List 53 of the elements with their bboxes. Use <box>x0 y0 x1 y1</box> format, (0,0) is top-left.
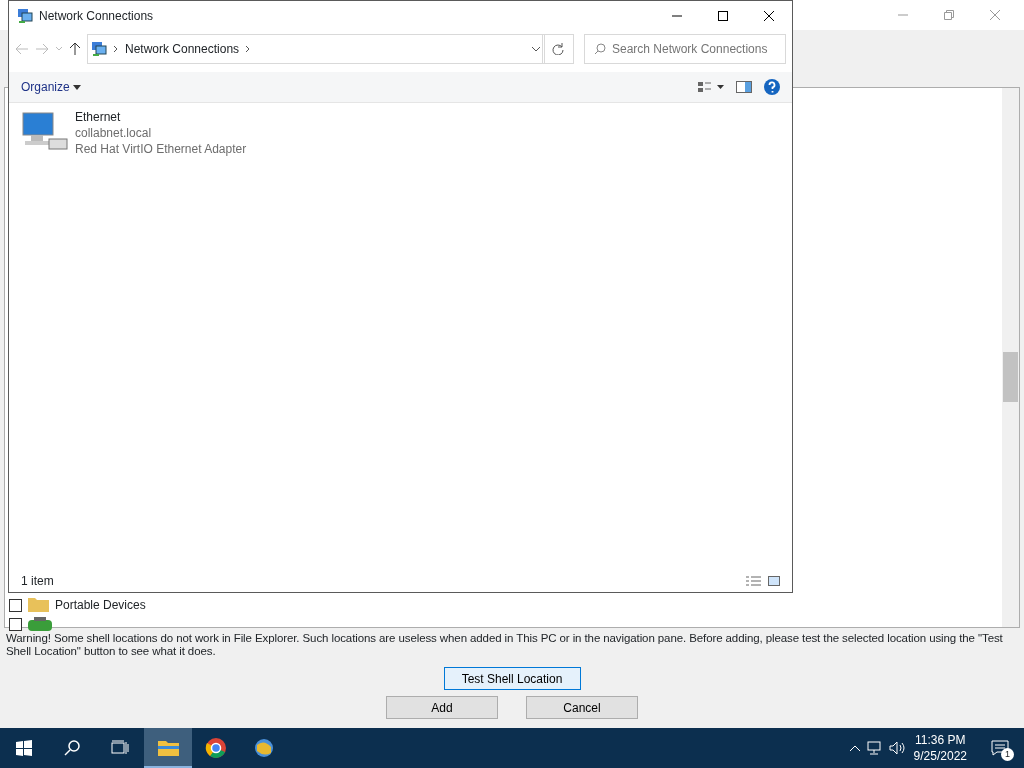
checkbox[interactable] <box>9 617 22 631</box>
task-view-icon <box>111 740 129 756</box>
network-icon[interactable] <box>866 741 883 755</box>
breadcrumb-item[interactable]: Network Connections <box>125 40 240 58</box>
warning-text: Warning! Some shell locations do not work in File Explorer. Such locations are useless when added in This PC or in the navigation pane. Before adding, please test the selected location using the "Test Shell Location" button to see what it does. <box>5 631 1004 659</box>
dialog-button[interactable]: Add <box>386 696 498 719</box>
connection-name: Ethernet <box>75 109 122 125</box>
notifications-button[interactable]: 1 <box>976 728 1024 768</box>
scrollbar[interactable] <box>1002 88 1019 627</box>
adapter-name: Red Hat VirtIO Ethernet Adapter <box>75 141 247 157</box>
chevron-icon <box>113 45 119 53</box>
organize-label: Organize <box>21 79 70 96</box>
address-bar[interactable]: Network Connections <box>87 34 545 64</box>
view-options-icon[interactable] <box>698 81 724 93</box>
search-icon <box>64 740 80 756</box>
test-shell-location-button[interactable]: Test Shell Location <box>443 667 581 690</box>
chevron-icon <box>245 45 252 53</box>
taskbar-app[interactable] <box>144 728 192 768</box>
search-icon <box>594 43 606 55</box>
dropdown-icon <box>72 84 81 90</box>
large-icons-view-icon[interactable] <box>768 576 780 586</box>
help-icon[interactable] <box>764 79 780 95</box>
window-title: Network Connections <box>39 8 155 25</box>
time-text: 11:36 PM <box>915 732 966 748</box>
clock[interactable]: 11:36 PM 9/25/2022 <box>910 732 970 764</box>
preview-pane-icon[interactable] <box>736 81 752 93</box>
date-text: 9/25/2022 <box>913 748 967 764</box>
message-icon <box>991 740 1009 756</box>
organize-menu[interactable]: Organize <box>21 78 81 96</box>
close-icon <box>764 11 774 21</box>
speaker-icon[interactable] <box>888 741 905 755</box>
network-icon <box>91 41 107 57</box>
network-connection-item[interactable]: Ethernet collabnet.local Red Hat VirtIO Ethernet Adapter <box>21 109 271 157</box>
up-arrow-icon[interactable] <box>69 42 81 56</box>
restore-icon <box>944 10 954 20</box>
connection-domain: collabnet.local <box>75 125 153 141</box>
close-icon <box>990 10 1000 20</box>
chevron-up-icon[interactable] <box>848 744 861 752</box>
browser-icon <box>205 737 227 759</box>
notification-count: 1 <box>1001 748 1014 761</box>
checkbox[interactable] <box>9 598 22 612</box>
dropdown-icon[interactable] <box>531 46 541 52</box>
search-field[interactable]: Search Network Connections <box>584 34 786 64</box>
network-icon <box>17 8 33 24</box>
maximize-icon <box>718 11 728 21</box>
globe-icon <box>253 737 275 759</box>
windows-icon <box>16 740 32 756</box>
status-text: 1 item <box>21 573 54 590</box>
folder-icon <box>28 598 49 612</box>
refresh-icon <box>552 43 564 55</box>
list-item-label: Portable Devices <box>55 597 146 614</box>
power-icon <box>28 617 52 631</box>
dialog-button[interactable]: Cancel <box>526 696 638 719</box>
